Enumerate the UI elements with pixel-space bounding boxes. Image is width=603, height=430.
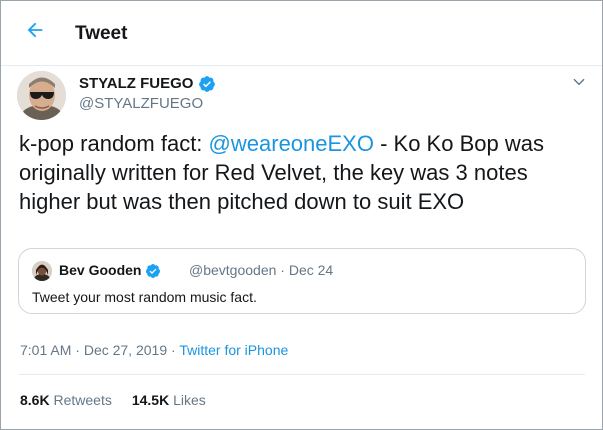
tweet-detail-window: Tweet STYALZ FUEGO @STYALZFUEGO k-pop ra [0,0,603,430]
quoted-date: Dec 24 [288,262,334,278]
author-avatar[interactable] [17,71,66,120]
retweets-label: Retweets [53,392,112,408]
quoted-author-name: Bev Gooden [59,262,161,279]
tweet-text-prefix: k-pop random fact: [19,131,209,156]
more-options-button[interactable] [569,74,589,94]
retweets-stat[interactable]: 8.6K Retweets [20,392,112,409]
back-button[interactable] [17,14,53,50]
divider [19,374,585,375]
verified-badge-icon [198,75,216,93]
author-handle[interactable]: @STYALZFUEGO [79,95,203,113]
meta-separator: · [171,342,176,358]
arrow-left-icon [24,19,46,46]
meta-separator: · [75,342,80,358]
likes-label: Likes [173,392,206,408]
page-title: Tweet [75,23,128,44]
tweet-meta: 7:01 AM · Dec 27, 2019 · Twitter for iPh… [20,342,288,359]
quoted-meta: @bevtgooden · Dec 24 [189,262,333,279]
tweet-source-link[interactable]: Twitter for iPhone [179,342,288,358]
likes-count: 14.5K [131,392,170,408]
quoted-tweet-text: Tweet your most random music fact. [32,289,257,305]
retweets-count: 8.6K [20,392,50,408]
author-name[interactable]: STYALZ FUEGO [79,75,216,93]
quoted-author-handle: @bevtgooden [189,262,277,278]
quoted-separator: · [280,262,285,278]
tweet-time[interactable]: 7:01 AM [20,342,71,358]
quoted-tweet-card[interactable]: Bev Gooden @bevtgooden · Dec 24 Tweet yo… [18,248,586,314]
mention-link[interactable]: @weareoneEXO [209,131,374,156]
quoted-author-avatar [32,261,52,281]
tweet-date[interactable]: Dec 27, 2019 [84,342,167,358]
tweet-text: k-pop random fact: @weareoneEXO - Ko Ko … [19,129,589,216]
tweet-stats: 8.6K Retweets 14.5K Likes [20,392,206,409]
verified-badge-icon [145,263,161,279]
page-header: Tweet [1,1,602,66]
chevron-down-icon [572,75,586,94]
likes-stat[interactable]: 14.5K Likes [132,392,206,409]
